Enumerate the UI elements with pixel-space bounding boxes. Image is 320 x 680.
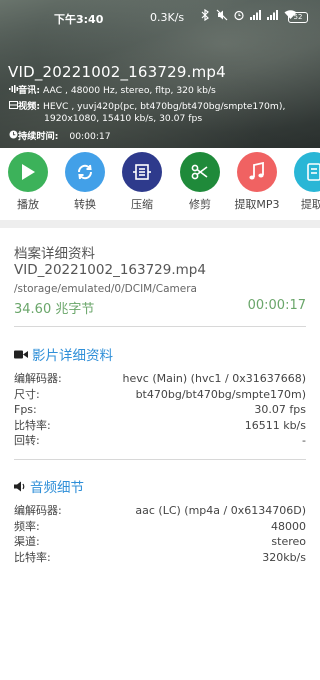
file-name: VID_20221002_163729.mp4 <box>14 262 206 278</box>
status-time: 下午3:40 <box>54 13 104 26</box>
audio-details-heading: 音频细节 <box>14 476 84 496</box>
compress-label: 压缩 <box>131 198 153 211</box>
video-summary-value-line2: 1920x1080, 15410 kb/s, 30.07 fps <box>44 113 203 124</box>
video-title: VID_20221002_163729.mp4 <box>8 63 226 81</box>
play-button[interactable]: 播放 <box>3 152 53 212</box>
film-icon <box>8 101 18 113</box>
video-summary-value-line1: HEVC , yuvj420p(pc, bt470bg/bt470bg/smpt… <box>42 101 286 112</box>
table-row: Fps: 30.07 fps <box>14 402 306 418</box>
audio-summary-value: AAC , 48000 Hz, stereo, fltp, 320 kb/s <box>42 85 216 96</box>
duration-summary: 持续时间: 00:00:17 <box>8 130 111 143</box>
row-label: 编解码器: <box>14 372 62 385</box>
file-details-heading: 档案详细资料 <box>14 246 95 262</box>
network-speed: 0.3K/s <box>150 11 185 24</box>
convert-button[interactable]: 转换 <box>60 152 110 212</box>
audio-wave-icon <box>8 85 18 97</box>
table-row: 频率: 48000 <box>14 519 306 535</box>
video-summary: 视频: HEVC , yuvj420p(pc, bt470bg/bt470bg/… <box>8 101 285 125</box>
table-row: 渠道: stereo <box>14 534 306 550</box>
row-value: 30.07 fps <box>254 403 306 416</box>
file-size: 34.60 兆字节 <box>14 302 95 317</box>
row-value: stereo <box>271 535 306 548</box>
signal-icon <box>266 9 280 23</box>
convert-icon <box>65 152 105 192</box>
section-divider <box>0 220 320 228</box>
battery-icon: 52 <box>288 12 308 23</box>
row-value: 16511 kb/s <box>244 418 306 432</box>
music-note-icon <box>237 152 277 192</box>
row-label: 尺寸: <box>14 387 40 401</box>
file-duration: 00:00:17 <box>247 298 306 313</box>
alarm-icon <box>232 9 246 23</box>
table-row: 回转: - <box>14 433 306 449</box>
duration-summary-label: 持续时间: <box>18 131 59 142</box>
table-row: 尺寸: bt470bg/bt470bg/smpte170m) <box>14 387 306 403</box>
convert-label: 转换 <box>74 198 96 211</box>
trim-button[interactable]: 修剪 <box>175 152 225 212</box>
row-value: aac (LC) (mp4a / 0x6134706D) <box>135 504 306 517</box>
row-label: 比特率: <box>14 550 51 564</box>
speaker-icon <box>14 481 26 492</box>
video-details-heading: 影片详细资料 <box>14 344 113 364</box>
audio-details-table: 编解码器: aac (LC) (mp4a / 0x6134706D) 频率: 480… <box>14 503 306 565</box>
trim-label: 修剪 <box>189 198 211 211</box>
divider <box>14 326 306 327</box>
video-summary-label: 视频: <box>18 101 41 112</box>
extract-mp3-label: 提取MP3 <box>234 198 280 211</box>
scissors-icon <box>180 152 220 192</box>
row-value: 48000 <box>271 519 306 533</box>
row-value: 320kb/s <box>262 550 306 564</box>
mute-icon <box>215 9 229 23</box>
row-value: bt470bg/bt470bg/smpte170m) <box>135 387 306 401</box>
table-row: 编解码器: hevc (Main) (hvc1 / 0x31637668) <box>14 371 306 387</box>
table-row: 比特率: 320kb/s <box>14 550 306 566</box>
audio-summary: 音讯: AAC , 48000 Hz, stereo, fltp, 320 kb… <box>8 85 216 97</box>
extract-button[interactable]: 提取( <box>289 152 320 212</box>
video-details-table: 编解码器: hevc (Main) (hvc1 / 0x31637668) 尺寸:… <box>14 371 306 449</box>
row-value: hevc (Main) (hvc1 / 0x31637668) <box>122 372 306 385</box>
audio-summary-label: 音讯: <box>18 85 41 96</box>
row-label: 频率: <box>14 519 40 533</box>
table-row: 比特率: 16511 kb/s <box>14 418 306 434</box>
row-label: Fps: <box>14 403 37 416</box>
row-label: 回转: <box>14 434 40 447</box>
row-value: - <box>302 434 306 447</box>
extract-label: 提取( <box>300 198 320 211</box>
video-camera-icon <box>14 349 28 360</box>
compress-button[interactable]: 压缩 <box>117 152 167 212</box>
extract-icon <box>294 152 320 192</box>
extract-mp3-button[interactable]: 提取MP3 <box>232 152 282 212</box>
play-icon <box>8 152 48 192</box>
row-label: 比特率: <box>14 418 51 432</box>
table-row: 编解码器: aac (LC) (mp4a / 0x6134706D) <box>14 503 306 519</box>
clock-icon <box>8 130 18 143</box>
action-bar: 播放 转换 压缩 修剪 提取MP3 提取( <box>0 152 320 214</box>
duration-summary-value: 00:00:17 <box>69 131 111 142</box>
compress-icon <box>122 152 162 192</box>
divider <box>14 459 306 460</box>
row-label: 编解码器: <box>14 504 62 517</box>
status-bar: 下午3:40 0.3K/s 52 <box>0 0 320 34</box>
audio-details-title: 音频细节 <box>30 480 84 496</box>
file-path: /storage/emulated/0/DCIM/Camera <box>14 283 197 295</box>
row-label: 渠道: <box>14 535 40 548</box>
video-details-title: 影片详细资料 <box>32 348 113 364</box>
bluetooth-icon <box>198 8 212 23</box>
signal-icon <box>249 9 263 23</box>
play-label: 播放 <box>17 198 39 211</box>
video-preview-header: 下午3:40 0.3K/s 52 VID_20221002_163729.mp4… <box>0 0 320 148</box>
